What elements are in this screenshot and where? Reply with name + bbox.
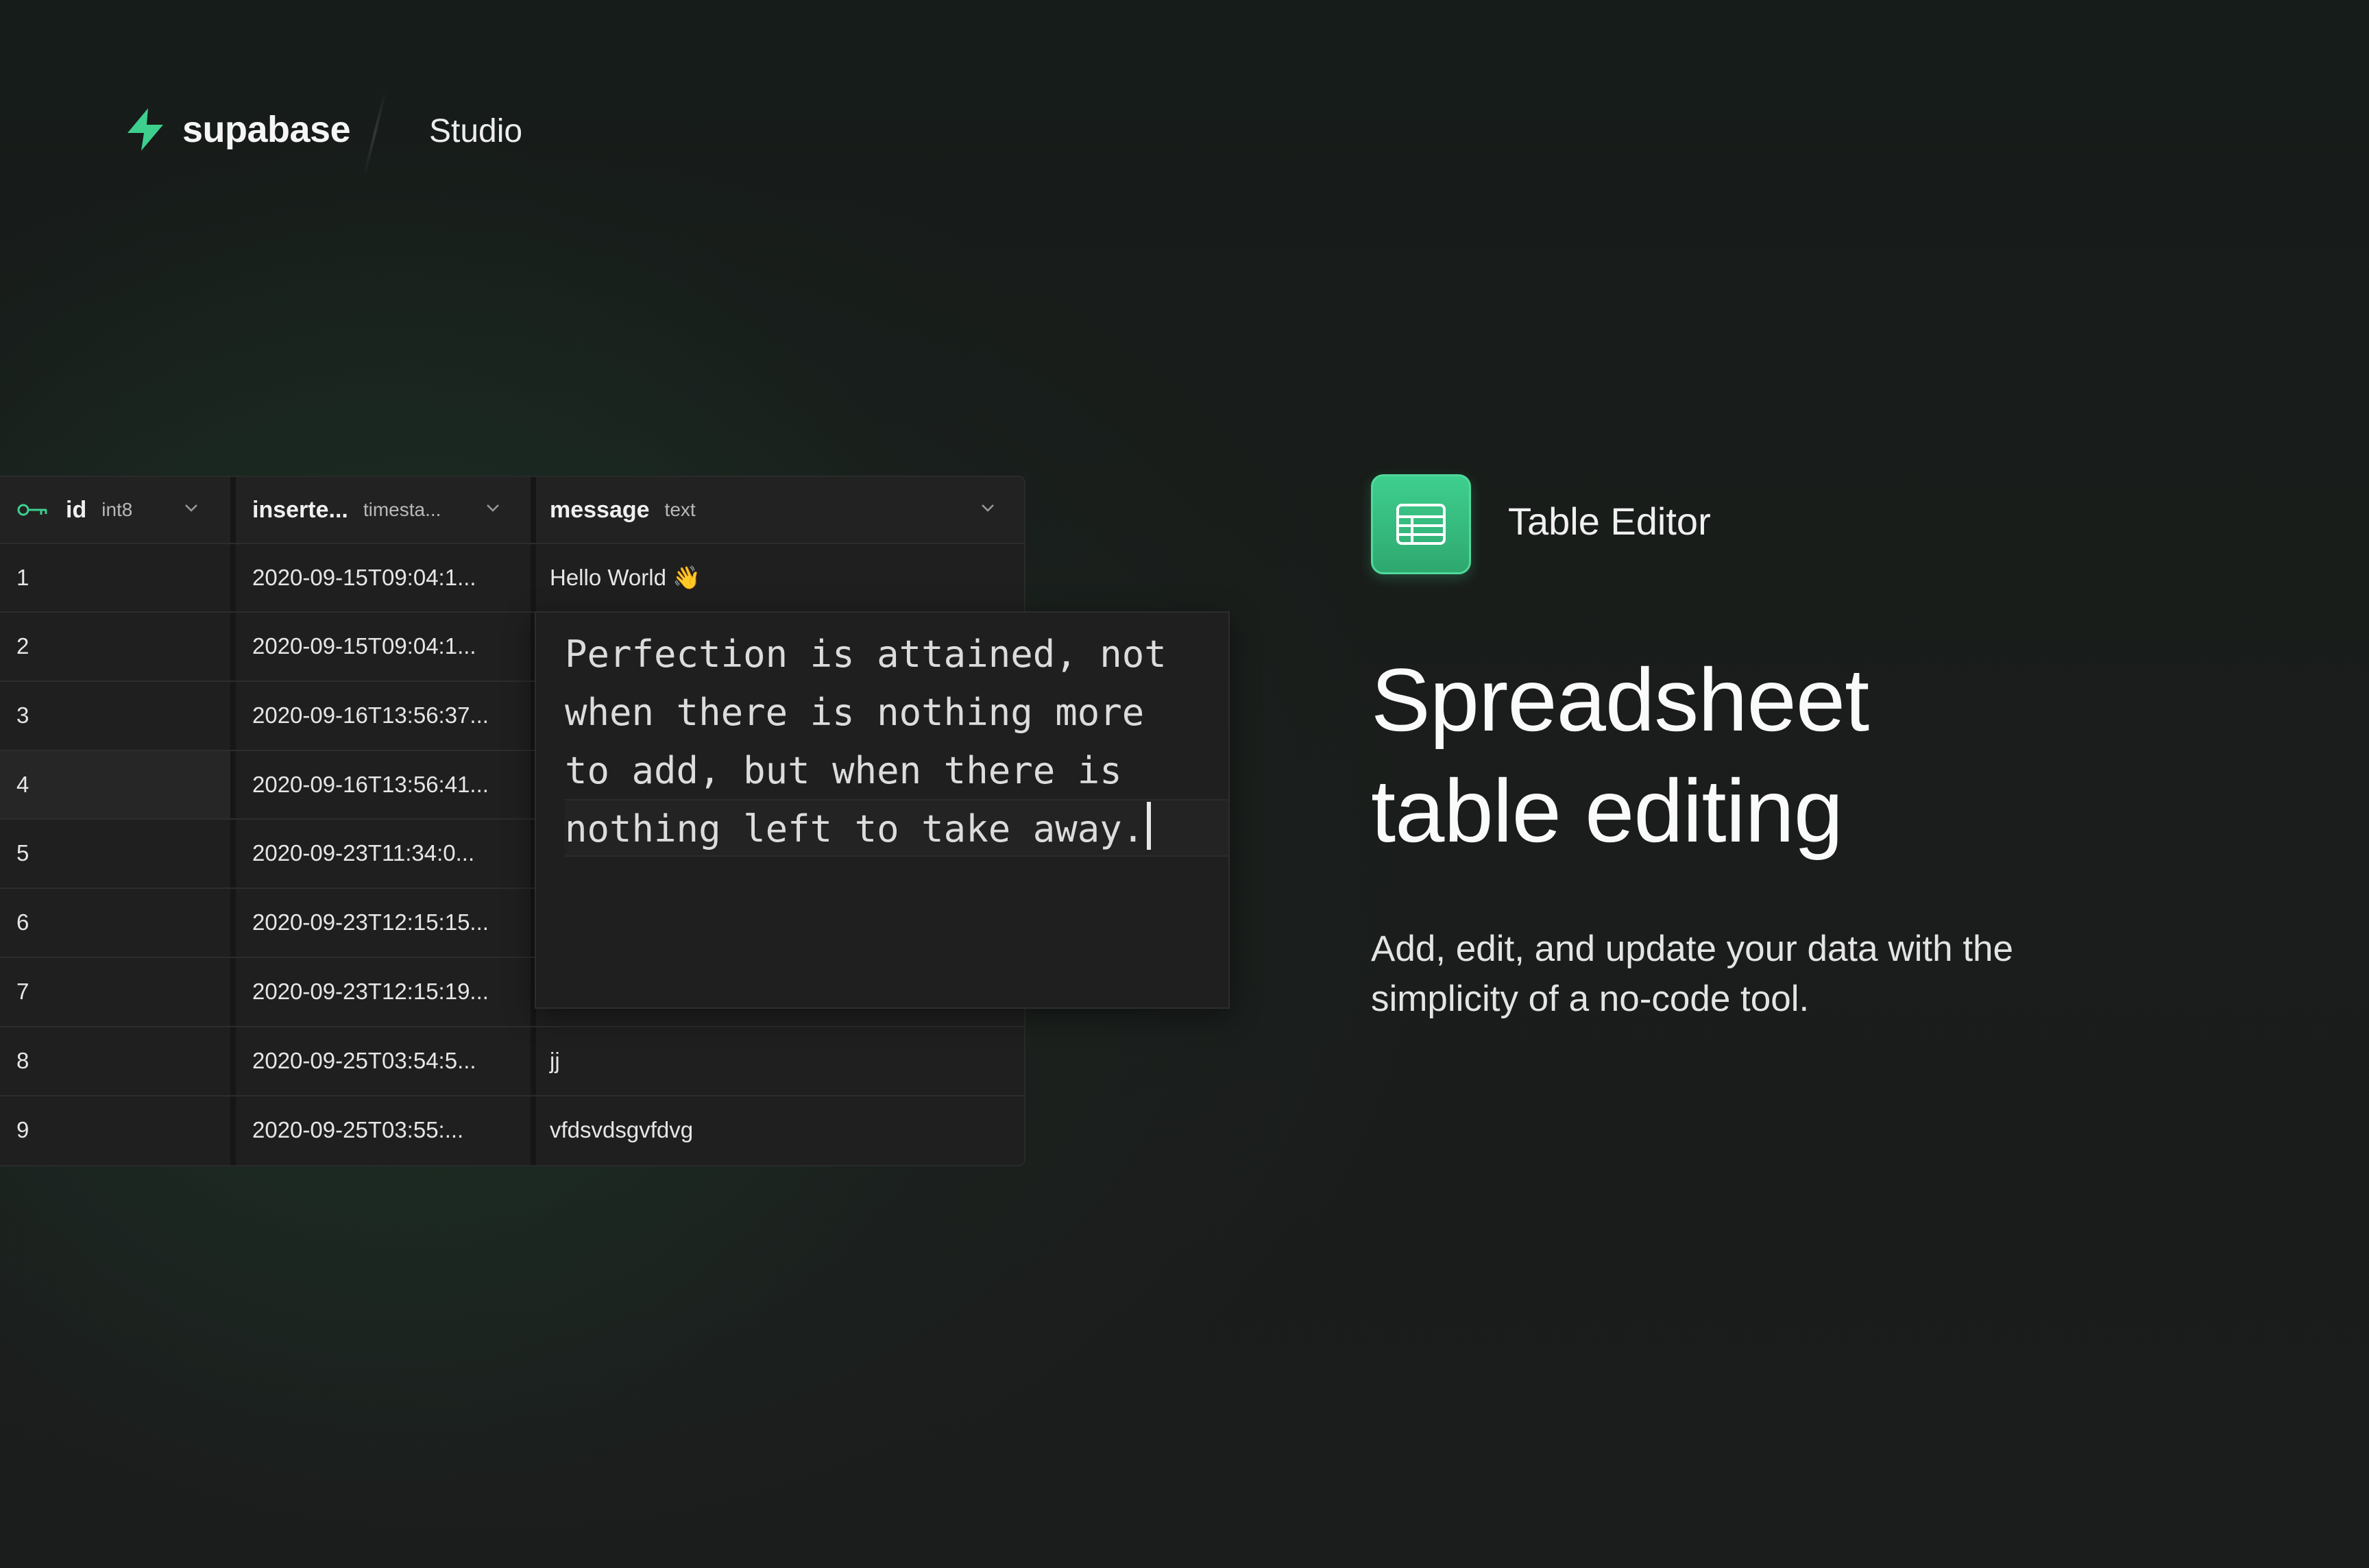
text-caret — [1147, 802, 1152, 850]
feature-description: Add, edit, and update your data with the… — [1371, 929, 2013, 1019]
chevron-down-icon[interactable] — [483, 498, 503, 518]
cell-inserted-at[interactable]: 2020-09-15T09:04:1... — [252, 565, 476, 591]
chevron-down-icon[interactable] — [977, 498, 998, 518]
row-divider — [0, 1095, 1024, 1097]
cell-inserted-at[interactable]: 2020-09-16T13:56:37... — [252, 702, 489, 728]
editor-textarea[interactable]: Perfection is attained, not when there i… — [565, 625, 1209, 858]
column-header-inserted-at[interactable]: inserte... timesta... — [252, 477, 441, 543]
cell-message[interactable]: vfdsvdsgvfdvg — [550, 1117, 693, 1143]
cell-id[interactable]: 6 — [16, 909, 29, 935]
column-type: text — [664, 499, 696, 520]
column-separator — [230, 477, 236, 1165]
cell-inserted-at[interactable]: 2020-09-25T03:55:... — [252, 1117, 463, 1143]
cell-inserted-at[interactable]: 2020-09-23T12:15:19... — [252, 979, 489, 1005]
cell-id[interactable]: 2 — [16, 633, 29, 659]
cell-inserted-at[interactable]: 2020-09-25T03:54:5... — [252, 1048, 476, 1074]
column-type: int8 — [101, 499, 133, 520]
column-name: id — [66, 496, 87, 523]
cell-editor[interactable]: Perfection is attained, not when there i… — [535, 611, 1230, 1009]
editor-line: to add, but when there is — [565, 749, 1122, 792]
chevron-down-icon[interactable] — [181, 498, 202, 518]
cell-id[interactable]: 7 — [16, 979, 29, 1005]
column-name: message — [550, 496, 650, 523]
cell-inserted-at[interactable]: 2020-09-16T13:56:41... — [252, 772, 489, 798]
row-divider — [0, 1026, 1024, 1027]
cell-id[interactable]: 9 — [16, 1117, 29, 1143]
cell-id[interactable]: 3 — [16, 702, 29, 728]
editor-line: nothing left to take away. — [565, 807, 1145, 850]
cell-message[interactable]: jj — [550, 1048, 560, 1074]
cell-id[interactable]: 8 — [16, 1048, 29, 1074]
column-name: inserte... — [252, 496, 348, 523]
bolt-icon — [127, 108, 163, 151]
cell-id[interactable]: 5 — [16, 840, 29, 866]
brand-divider — [363, 90, 387, 176]
brand[interactable]: supabase — [123, 107, 351, 152]
cell-inserted-at[interactable]: 2020-09-15T09:04:1... — [252, 633, 476, 659]
table-grid-glyph — [1396, 504, 1446, 545]
cell-message[interactable]: Hello World 👋 — [550, 565, 701, 591]
editor-line: Perfection is attained, not — [565, 633, 1167, 676]
row-divider — [0, 543, 1024, 544]
product-name: Studio — [429, 113, 523, 149]
row-highlight — [0, 750, 230, 818]
cell-inserted-at[interactable]: 2020-09-23T11:34:0... — [252, 840, 474, 866]
key-icon — [17, 504, 47, 516]
editor-line: when there is nothing more — [565, 691, 1145, 734]
brand-name: supabase — [182, 109, 351, 150]
feature-label: Table Editor — [1508, 500, 1711, 543]
cell-id[interactable]: 1 — [16, 565, 29, 591]
headline-line: Spreadsheet — [1371, 650, 1869, 750]
cell-id[interactable]: 4 — [16, 772, 29, 798]
cell-inserted-at[interactable]: 2020-09-23T12:15:15... — [252, 909, 489, 935]
table-icon — [1371, 474, 1471, 574]
column-header-message[interactable]: message text — [550, 477, 696, 543]
page-title: Spreadsheet table editing — [1371, 644, 2194, 866]
headline-line: table editing — [1371, 761, 1843, 861]
column-type: timesta... — [363, 499, 441, 520]
column-header-id[interactable]: id int8 — [16, 477, 132, 543]
grid-header — [0, 477, 1024, 543]
